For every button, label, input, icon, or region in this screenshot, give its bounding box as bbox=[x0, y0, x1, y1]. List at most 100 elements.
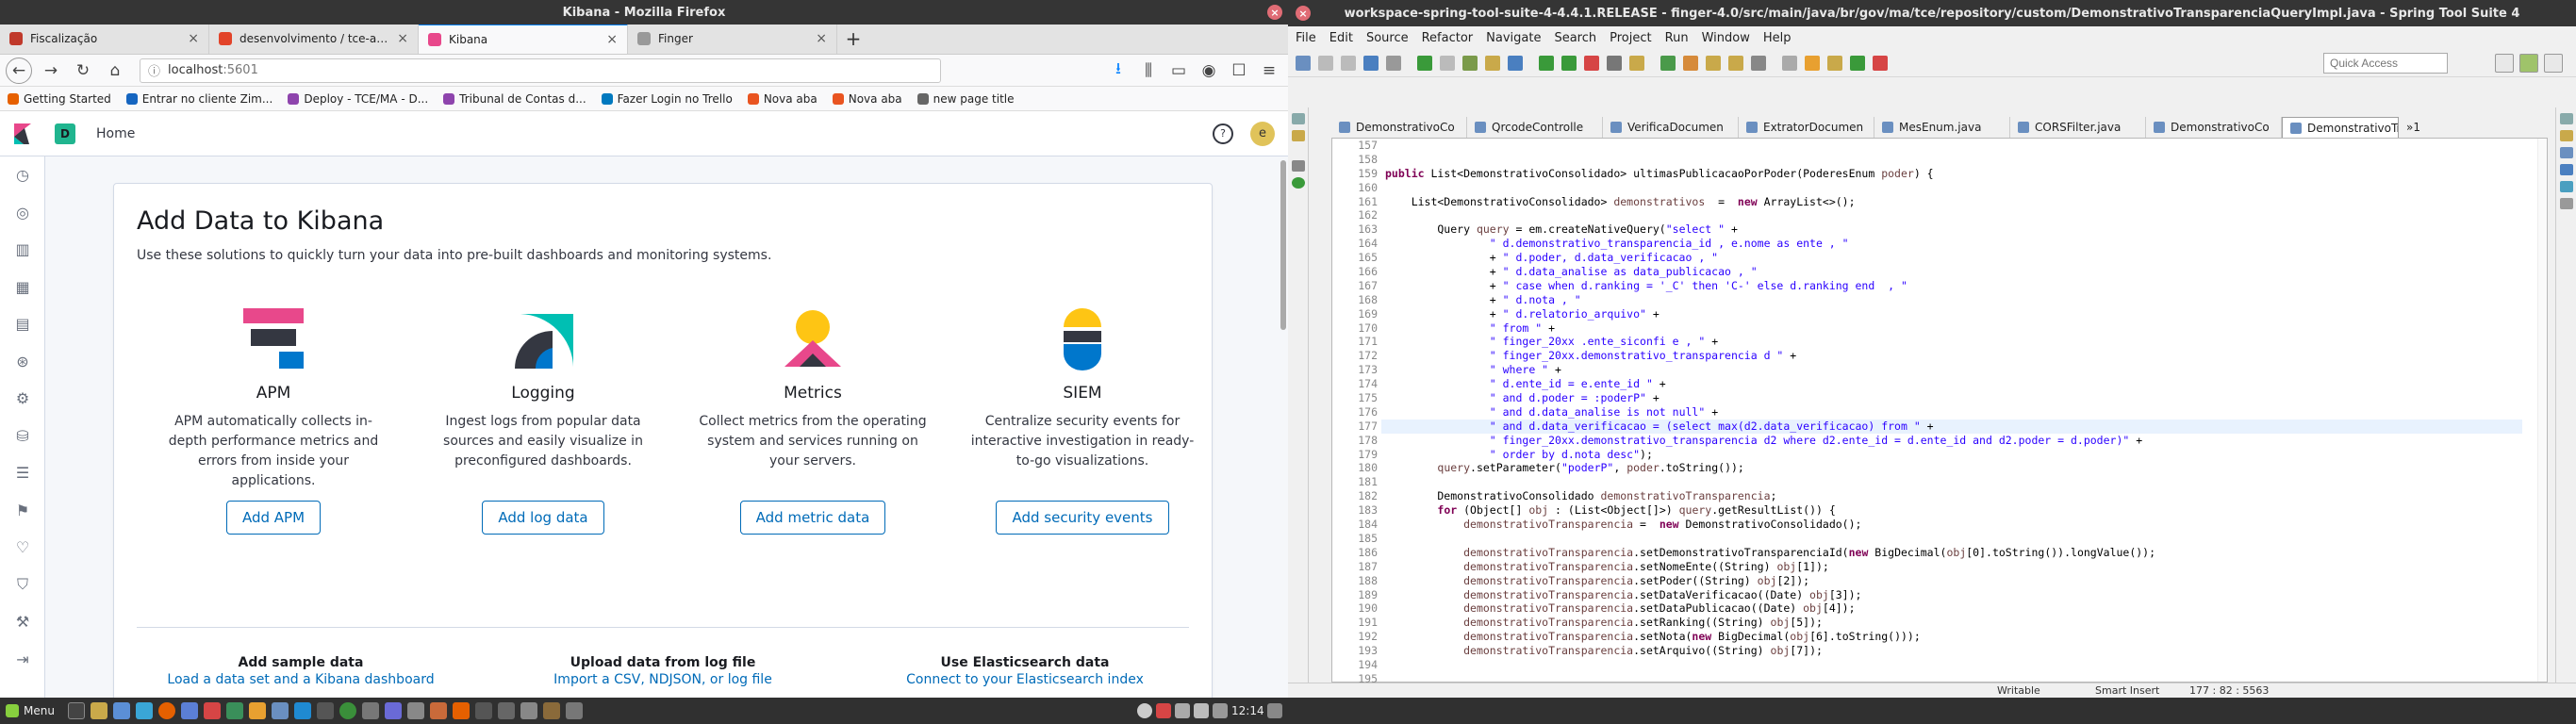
window-icon[interactable] bbox=[384, 702, 402, 719]
downloads-icon[interactable]: ⭳ bbox=[1105, 58, 1131, 84]
toolbar-button-icon[interactable] bbox=[1782, 55, 1797, 71]
toolbar-button-icon[interactable] bbox=[1462, 55, 1478, 71]
mail-icon[interactable] bbox=[180, 702, 198, 719]
footer-link[interactable]: Connect to your Elasticsearch index bbox=[865, 672, 1185, 687]
code-line[interactable]: demonstrativoTransparencia.setDemonstrat… bbox=[1381, 546, 2522, 560]
code-line[interactable]: " d.ente_id = e.ente_id " + bbox=[1381, 377, 2522, 391]
settings-icon[interactable] bbox=[112, 702, 130, 719]
clock[interactable]: 12:14 bbox=[1231, 704, 1264, 717]
close-tab-icon[interactable]: × bbox=[606, 32, 618, 47]
menu-item-edit[interactable]: Edit bbox=[1329, 31, 1353, 45]
browser-tab[interactable]: Finger × bbox=[628, 24, 837, 54]
boot-dashboard-icon[interactable] bbox=[1291, 160, 1305, 172]
code-line[interactable]: + " d.relatorio_arquivo" + bbox=[1381, 307, 2522, 321]
extension-icon[interactable]: ☐ bbox=[1226, 58, 1252, 84]
code-line[interactable] bbox=[1381, 139, 2522, 153]
toolbar-button-icon[interactable] bbox=[1485, 55, 1500, 71]
code-line[interactable]: " finger_20xx .ente_siconfi e , " + bbox=[1381, 335, 2522, 349]
overview-ruler[interactable] bbox=[2537, 139, 2547, 682]
bookmark-item[interactable]: Tribunal de Contas d... bbox=[443, 92, 586, 106]
code-line[interactable]: demonstrativoTransparencia.setNota(new B… bbox=[1381, 630, 2522, 644]
editor-tab[interactable]: VerificaDocumen bbox=[1603, 117, 1739, 138]
menu-item-search[interactable]: Search bbox=[1554, 31, 1596, 45]
help-icon[interactable]: ? bbox=[1213, 123, 1233, 144]
volume-icon[interactable] bbox=[1194, 703, 1209, 718]
code-line[interactable]: + " d.data_analise as data_publicacao , … bbox=[1381, 265, 2522, 279]
dev-tools-icon[interactable]: ⚒ bbox=[0, 603, 45, 641]
ml-icon[interactable]: ⚙ bbox=[0, 380, 45, 418]
code-line[interactable]: DemonstrativoConsolidado demonstrativoTr… bbox=[1381, 489, 2522, 503]
code-line[interactable]: " finger_20xx.demonstrativo_transparenci… bbox=[1381, 349, 2522, 363]
avatar[interactable]: e bbox=[1250, 121, 1275, 146]
logs-icon[interactable]: ☰ bbox=[0, 454, 45, 492]
restore-icon[interactable] bbox=[2559, 113, 2573, 124]
filezilla-icon[interactable] bbox=[203, 702, 221, 719]
start-menu-button[interactable]: Menu bbox=[4, 704, 62, 717]
notification-icon[interactable] bbox=[1156, 703, 1171, 718]
bookmark-item[interactable]: Fazer Login no Trello bbox=[601, 92, 733, 106]
code-line[interactable]: demonstrativoTransparencia.setDataPublic… bbox=[1381, 601, 2522, 616]
toolbar-button-icon[interactable] bbox=[1850, 55, 1865, 71]
code-line[interactable]: + " case when d.ranking = '_C' then 'C-'… bbox=[1381, 279, 2522, 293]
browser-tab[interactable]: Fiscalização × bbox=[0, 24, 209, 54]
toolbar-button-icon[interactable] bbox=[1660, 55, 1676, 71]
show-desktop-icon[interactable] bbox=[1267, 703, 1282, 718]
restore-icon[interactable] bbox=[1291, 113, 1305, 124]
bookmark-item[interactable]: Deploy - TCE/MA - D... bbox=[288, 92, 428, 106]
close-tab-icon[interactable]: × bbox=[816, 31, 827, 46]
toolbar-button-icon[interactable] bbox=[1440, 55, 1455, 71]
code-line[interactable]: " and d.data_analise is not null" + bbox=[1381, 405, 2522, 420]
network-tool-icon[interactable] bbox=[135, 702, 153, 719]
code-line[interactable]: " and d.poder = :poderP" + bbox=[1381, 391, 2522, 405]
collapse-nav-icon[interactable]: ⇥ bbox=[0, 641, 45, 679]
menu-item-source[interactable]: Source bbox=[1366, 31, 1409, 45]
toolbar-button-icon[interactable] bbox=[1805, 55, 1820, 71]
toolbar-button-icon[interactable] bbox=[1584, 55, 1599, 71]
code-line[interactable] bbox=[1381, 658, 2522, 672]
footer-link[interactable]: Load a data set and a Kibana dashboard bbox=[140, 672, 461, 687]
window-icon[interactable] bbox=[542, 702, 560, 719]
code-line[interactable]: + " d.nota , " bbox=[1381, 293, 2522, 307]
task-list-icon[interactable] bbox=[2559, 198, 2573, 209]
code-line[interactable]: " and d.data_verificacao = (select max(d… bbox=[1381, 419, 2522, 434]
code-line[interactable] bbox=[1381, 181, 2522, 195]
add-apm-button[interactable]: Add APM bbox=[225, 501, 322, 535]
bookmark-item[interactable]: Getting Started bbox=[8, 92, 111, 106]
files-icon[interactable] bbox=[90, 702, 107, 719]
canvas-icon[interactable]: ▤ bbox=[0, 305, 45, 343]
editor-tab[interactable]: CORSFilter.java bbox=[2010, 117, 2146, 138]
toolbar-button-icon[interactable] bbox=[1363, 55, 1379, 71]
editor-tab[interactable]: DemonstrativoTr× bbox=[2282, 117, 2399, 138]
toolbar-button-icon[interactable] bbox=[1417, 55, 1432, 71]
footer-link[interactable]: Import a CSV, NDJSON, or log file bbox=[503, 672, 823, 687]
editor-icon[interactable] bbox=[316, 702, 334, 719]
code-line[interactable]: " d.demonstrativo_transparencia_id , e.n… bbox=[1381, 237, 2522, 251]
menu-item-run[interactable]: Run bbox=[1665, 31, 1689, 45]
code-line[interactable]: for (Object[] obj : (List<Object[]>) que… bbox=[1381, 503, 2522, 518]
menu-item-navigate[interactable]: Navigate bbox=[1486, 31, 1541, 45]
new-tab-button[interactable]: + bbox=[837, 24, 869, 54]
firefox-icon[interactable] bbox=[157, 702, 175, 719]
menu-item-help[interactable]: Help bbox=[1763, 31, 1792, 45]
code-line[interactable]: List<DemonstrativoConsolidado> demonstra… bbox=[1381, 195, 2522, 209]
code-line[interactable]: " from " + bbox=[1381, 321, 2522, 336]
outline-icon[interactable] bbox=[2559, 130, 2573, 141]
spreadsheet-icon[interactable] bbox=[225, 702, 243, 719]
siem-icon[interactable]: ⛉ bbox=[0, 567, 45, 604]
browser-tab[interactable]: desenvolvimento / tce-api · G × bbox=[209, 24, 419, 54]
apm-icon[interactable]: ⚑ bbox=[0, 492, 45, 530]
code-line[interactable]: query.setParameter("poderP", poder.toStr… bbox=[1381, 461, 2522, 475]
shield-icon[interactable] bbox=[1137, 703, 1152, 718]
code-line[interactable]: " order by d.nota desc"); bbox=[1381, 448, 2522, 462]
window-icon[interactable] bbox=[497, 702, 515, 719]
menu-item-project[interactable]: Project bbox=[1610, 31, 1651, 45]
window-icon[interactable] bbox=[474, 702, 492, 719]
terminal-icon[interactable] bbox=[67, 702, 85, 719]
code-line[interactable] bbox=[1381, 532, 2522, 546]
toolbar-button-icon[interactable] bbox=[1629, 55, 1644, 71]
sts-icon[interactable] bbox=[271, 702, 289, 719]
library-icon[interactable]: ⫼ bbox=[1135, 58, 1162, 84]
close-tab-icon[interactable]: × bbox=[397, 31, 408, 46]
sidebar-icon[interactable]: ▭ bbox=[1165, 58, 1192, 84]
scrollbar[interactable] bbox=[1280, 160, 1286, 330]
